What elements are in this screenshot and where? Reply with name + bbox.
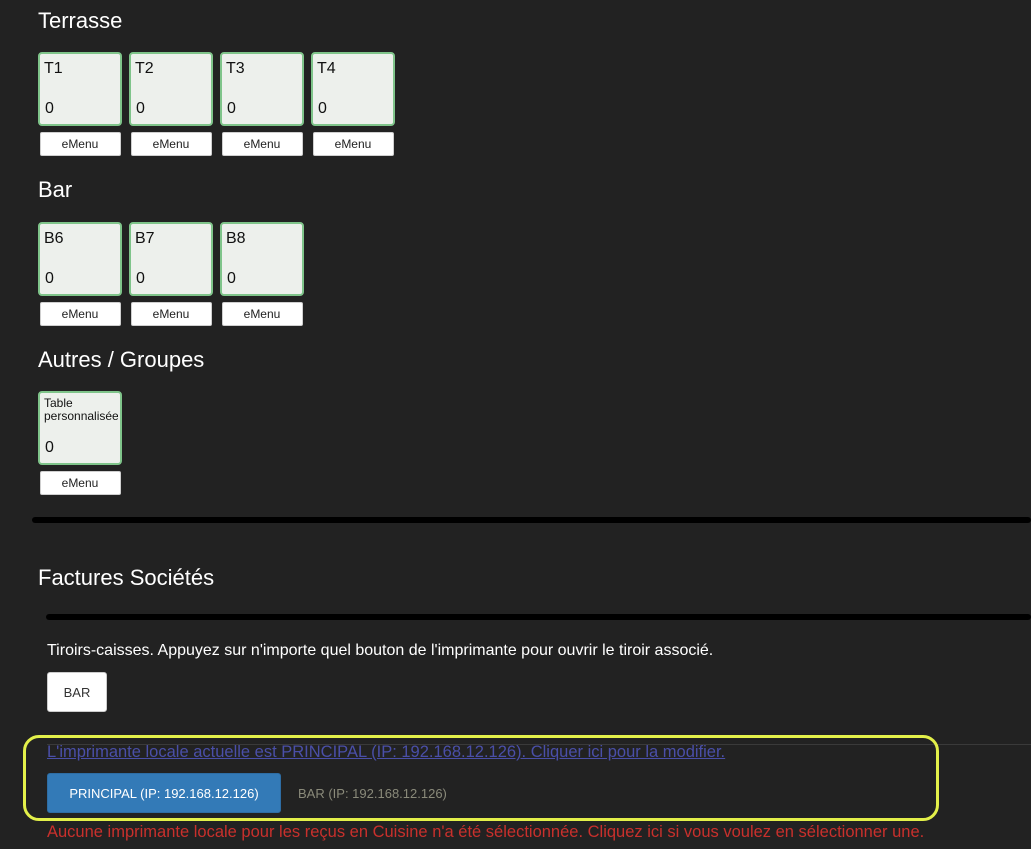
- table-count: 0: [227, 270, 236, 287]
- emenu-button[interactable]: eMenu: [312, 132, 394, 156]
- table-name: T2: [135, 60, 154, 77]
- emenu-button[interactable]: eMenu: [130, 132, 212, 156]
- table-cell: T1 0 eMenu: [38, 52, 122, 156]
- table-cell: B8 0 eMenu: [220, 222, 304, 326]
- printer-bar-option[interactable]: BAR (IP: 192.168.12.126): [298, 786, 447, 801]
- table-card-custom[interactable]: Table personnalisée 0: [38, 391, 122, 465]
- table-name: B7: [135, 230, 155, 247]
- table-name: T4: [317, 60, 336, 77]
- cash-drawer-bar-button[interactable]: BAR: [47, 672, 107, 712]
- table-count: 0: [227, 100, 236, 117]
- bar-table-grid: B6 0 eMenu B7 0 eMenu B8 0 eMenu: [38, 222, 304, 326]
- emenu-button[interactable]: eMenu: [39, 471, 121, 495]
- table-count: 0: [45, 100, 54, 117]
- table-card-t1[interactable]: T1 0: [38, 52, 122, 126]
- emenu-button[interactable]: eMenu: [39, 132, 121, 156]
- table-name: B8: [226, 230, 246, 247]
- emenu-button[interactable]: eMenu: [221, 132, 303, 156]
- emenu-button[interactable]: eMenu: [39, 302, 121, 326]
- table-card-b6[interactable]: B6 0: [38, 222, 122, 296]
- table-name: B6: [44, 230, 64, 247]
- table-cell: Table personnalisée 0 eMenu: [38, 391, 122, 495]
- table-cell: B7 0 eMenu: [129, 222, 213, 326]
- table-cell: B6 0 eMenu: [38, 222, 122, 326]
- table-card-t3[interactable]: T3 0: [220, 52, 304, 126]
- current-printer-link[interactable]: L'imprimante locale actuelle est PRINCIP…: [47, 743, 725, 762]
- section-title-terrasse: Terrasse: [38, 8, 123, 33]
- table-count: 0: [318, 100, 327, 117]
- table-card-b7[interactable]: B7 0: [129, 222, 213, 296]
- table-card-t2[interactable]: T2 0: [129, 52, 213, 126]
- table-count: 0: [136, 100, 145, 117]
- table-count: 0: [136, 270, 145, 287]
- table-card-b8[interactable]: B8 0: [220, 222, 304, 296]
- section-title-bar: Bar: [38, 177, 73, 202]
- autres-table-grid: Table personnalisée 0 eMenu: [38, 391, 122, 495]
- cash-drawer-instructions: Tiroirs-caisses. Appuyez sur n'importe q…: [47, 642, 714, 659]
- table-cell: T2 0 eMenu: [129, 52, 213, 156]
- printer-principal-button[interactable]: PRINCIPAL (IP: 192.168.12.126): [47, 773, 281, 813]
- section-divider: [46, 614, 1031, 620]
- table-cell: T3 0 eMenu: [220, 52, 304, 156]
- table-name: T1: [44, 60, 63, 77]
- section-divider: [32, 517, 1031, 523]
- emenu-button[interactable]: eMenu: [130, 302, 212, 326]
- table-cell: T4 0 eMenu: [311, 52, 395, 156]
- table-card-t4[interactable]: T4 0: [311, 52, 395, 126]
- emenu-button[interactable]: eMenu: [221, 302, 303, 326]
- section-title-autres: Autres / Groupes: [38, 347, 205, 372]
- table-name: Table personnalisée: [44, 397, 118, 423]
- section-title-factures: Factures Sociétés: [38, 565, 215, 590]
- kitchen-printer-warning[interactable]: Aucune imprimante locale pour les reçus …: [47, 823, 924, 842]
- table-count: 0: [45, 439, 54, 456]
- table-name: T3: [226, 60, 245, 77]
- terrasse-table-grid: T1 0 eMenu T2 0 eMenu T3 0 eMenu T4 0 eM…: [38, 52, 395, 156]
- table-count: 0: [45, 270, 54, 287]
